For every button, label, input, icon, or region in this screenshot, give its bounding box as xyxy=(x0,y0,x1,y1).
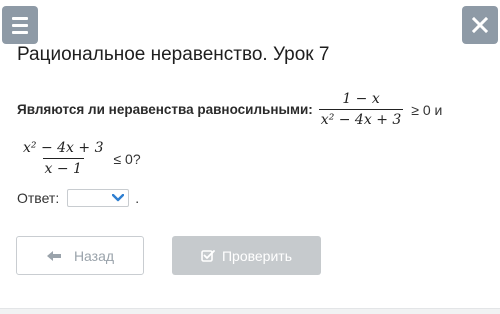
lesson-title: Рациональное неравенство. Урок 7 xyxy=(17,44,330,65)
question-row: Являются ли неравенства равносильными: 1… xyxy=(17,91,442,128)
menu-button[interactable] xyxy=(2,6,38,44)
hamburger-menu-icon xyxy=(12,16,28,20)
answer-select[interactable] xyxy=(67,189,130,207)
inequality-2-relation: ≤ 0? xyxy=(113,150,141,167)
close-icon xyxy=(472,17,488,33)
answer-label: Ответ: xyxy=(17,190,60,206)
arrow-left-icon xyxy=(46,250,61,261)
inequality-2-numerator: x² − 4x + 3 xyxy=(23,140,104,156)
inequality-1-fraction: 1 − x x² − 4x + 3 xyxy=(318,91,404,128)
inequality-1-numerator: 1 − x xyxy=(342,91,380,107)
chevron-down-icon xyxy=(112,194,125,202)
inequality-1-denominator: x² − 4x + 3 xyxy=(318,109,404,128)
checkbox-edit-icon xyxy=(201,249,215,262)
answer-suffix: . xyxy=(135,190,140,206)
close-button[interactable] xyxy=(462,6,498,44)
check-button-label: Проверить xyxy=(221,247,292,264)
question-text: Являются ли неравенства равносильными: xyxy=(17,102,313,117)
check-button[interactable]: Проверить xyxy=(172,236,321,275)
answer-row: Ответ: . xyxy=(17,189,139,207)
inequality-1-relation: ≥ 0 и xyxy=(411,101,443,118)
bottom-divider xyxy=(0,308,500,314)
back-button-label: Назад xyxy=(73,247,115,264)
inequality-2-denominator: x − 1 xyxy=(42,158,84,177)
question-row-2: x² − 4x + 3 x − 1 ≤ 0? xyxy=(17,140,141,177)
inequality-2-fraction: x² − 4x + 3 x − 1 xyxy=(21,140,105,177)
back-button[interactable]: Назад xyxy=(16,236,144,275)
